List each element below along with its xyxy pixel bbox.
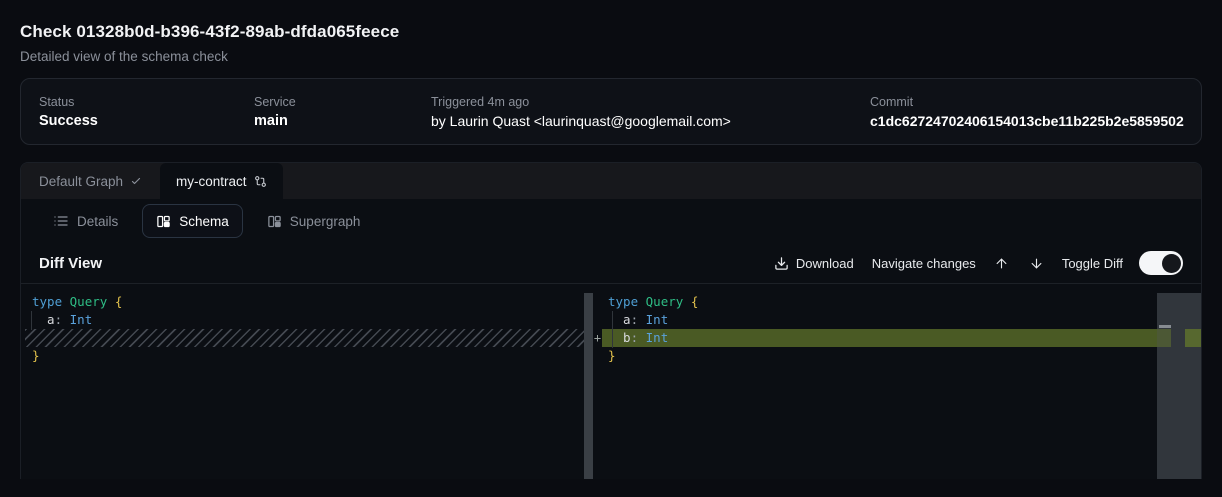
page-subtitle: Detailed view of the schema check: [20, 49, 1202, 64]
tab-schema[interactable]: Schema: [142, 204, 243, 238]
tab-details[interactable]: Details: [39, 204, 132, 238]
service-value: main: [254, 113, 431, 129]
graph-tab-strip: Default Graph my-contract: [21, 163, 1201, 199]
left-scrollbar[interactable]: [584, 293, 593, 479]
next-change-button[interactable]: [1027, 252, 1046, 275]
scrollbar-thumb[interactable]: [1159, 325, 1171, 328]
list-icon: [53, 213, 69, 229]
check-panel: Default Graph my-contract Details Schema…: [20, 162, 1202, 479]
meta-service: Service main: [254, 95, 431, 129]
diff-panel-right: type Query { a: Int b: Int}: [602, 284, 1157, 479]
diff-toolbar-actions: Download Navigate changes Toggle Diff: [772, 251, 1183, 275]
code-line: a: Int: [21, 311, 584, 329]
toggle-knob: [1162, 254, 1181, 273]
tab-supergraph-label: Supergraph: [290, 214, 361, 229]
service-label: Service: [254, 95, 431, 109]
page: Check 01328b0d-b396-43f2-89ab-dfda065fee…: [0, 0, 1222, 479]
meta-status: Status Success: [39, 95, 254, 129]
minimap-added-marker: [1185, 329, 1201, 347]
diff-code-before: type Query { a: Int}: [21, 284, 584, 365]
arrow-down-icon: [1029, 256, 1044, 271]
check-icon: [130, 175, 142, 187]
triggered-label: Triggered 4m ago: [431, 95, 870, 109]
diff-code-after: type Query { a: Int b: Int}: [602, 284, 1157, 365]
previous-change-button[interactable]: [992, 252, 1011, 275]
code-line: a: Int: [602, 311, 1157, 329]
right-scrollbar[interactable]: [1157, 293, 1201, 479]
page-title: Check 01328b0d-b396-43f2-89ab-dfda065fee…: [20, 22, 1202, 42]
triggered-value: by Laurin Quast <laurinquast@googlemail.…: [431, 113, 870, 129]
navigate-changes-label: Navigate changes: [872, 256, 976, 271]
tab-details-label: Details: [77, 214, 118, 229]
tab-my-contract-label: my-contract: [176, 174, 247, 189]
view-tab-bar: Details Schema Supergraph: [21, 199, 1201, 243]
diff-gutter: +: [593, 284, 602, 479]
meta-triggered: Triggered 4m ago by Laurin Quast <laurin…: [431, 95, 870, 129]
indent-guide: [612, 311, 613, 348]
commit-label: Commit: [870, 95, 1184, 109]
code-line: type Query {: [21, 293, 584, 311]
panels-icon: [267, 214, 282, 229]
tab-my-contract[interactable]: my-contract: [160, 163, 283, 199]
git-compare-icon: [254, 175, 267, 188]
download-label: Download: [796, 256, 854, 271]
download-button[interactable]: Download: [772, 252, 856, 275]
code-line: }: [602, 347, 1157, 365]
toggle-diff-switch[interactable]: [1139, 251, 1183, 275]
tab-schema-label: Schema: [179, 214, 229, 229]
diff-view: type Query { a: Int} + type Query { a: I…: [21, 284, 1201, 479]
code-line: type Query {: [602, 293, 1157, 311]
diff-view-title: Diff View: [39, 255, 102, 272]
check-meta-card: Status Success Service main Triggered 4m…: [20, 78, 1202, 145]
diff-panel-left: type Query { a: Int}: [21, 284, 584, 479]
page-header: Check 01328b0d-b396-43f2-89ab-dfda065fee…: [20, 0, 1202, 64]
toggle-diff-label: Toggle Diff: [1062, 256, 1123, 271]
code-line: b: Int: [602, 329, 1157, 347]
removed-line-hatch: [25, 329, 584, 347]
indent-guide: [31, 311, 32, 330]
download-icon: [774, 256, 789, 271]
code-line: }: [21, 347, 584, 365]
arrow-up-icon: [994, 256, 1009, 271]
commit-value: c1dc62724702406154013cbe11b225b2e5859502: [870, 113, 1184, 129]
meta-commit: Commit c1dc62724702406154013cbe11b225b2e…: [870, 95, 1184, 129]
tab-default-graph-label: Default Graph: [39, 174, 123, 189]
status-label: Status: [39, 95, 254, 109]
tab-default-graph[interactable]: Default Graph: [21, 163, 160, 199]
minimap-added-region: [1157, 329, 1171, 347]
tab-supergraph[interactable]: Supergraph: [253, 204, 375, 238]
diff-toolbar: Diff View Download Navigate changes Togg…: [21, 243, 1201, 284]
panels-icon: [156, 214, 171, 229]
status-value: Success: [39, 113, 254, 129]
